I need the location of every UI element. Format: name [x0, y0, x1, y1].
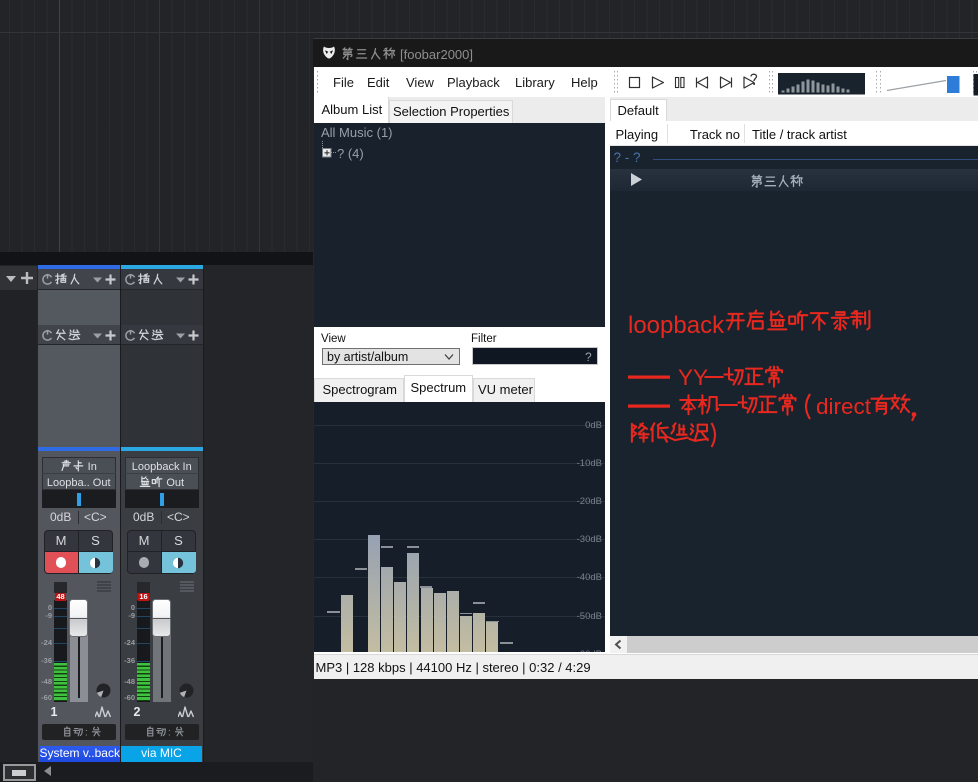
svg-text:direct: direct	[816, 394, 872, 419]
svg-text:Loopback In: Loopback In	[132, 461, 192, 473]
svg-text:[foobar2000]: [foobar2000]	[400, 47, 473, 62]
svg-text::: :	[168, 726, 171, 738]
svg-text::: :	[85, 726, 88, 738]
svg-text:In: In	[85, 461, 97, 473]
svg-text:loopback: loopback	[628, 312, 725, 339]
svg-text:Out: Out	[163, 477, 184, 489]
svg-text:YY: YY	[678, 365, 708, 390]
svg-text:Loopba.. Out: Loopba.. Out	[47, 477, 111, 489]
